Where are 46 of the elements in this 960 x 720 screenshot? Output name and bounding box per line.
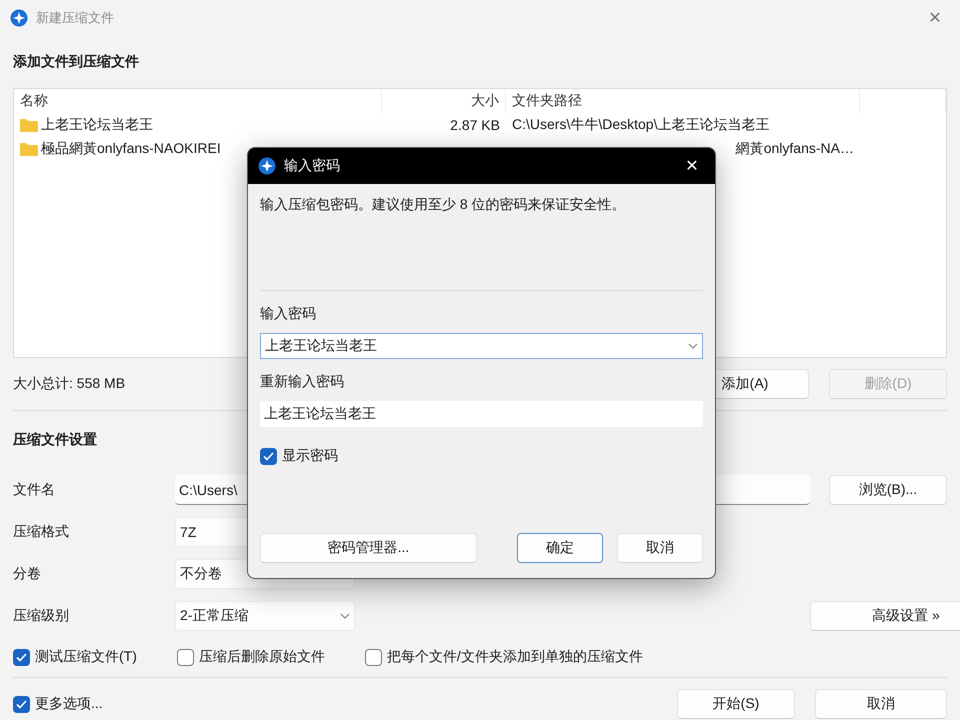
file-name[interactable]: 上老王论坛当老王: [41, 116, 153, 134]
dropdown[interactable]: 2-正常压缩: [175, 601, 355, 631]
dialog-description: 输入压缩包密码。建议使用至少 8 位的密码来保证安全性。: [260, 196, 627, 214]
column-header[interactable]: 大小: [382, 89, 506, 113]
close-button[interactable]: ✕: [920, 5, 950, 31]
app-icon: [10, 9, 28, 27]
column-header[interactable]: 名称: [14, 89, 382, 113]
check-icon: [16, 700, 27, 708]
field-label: 重新输入密码: [260, 373, 345, 391]
checkbox[interactable]: 压缩后删除原始文件: [176, 648, 325, 666]
field-label: 压缩级别: [13, 607, 70, 625]
checkbox[interactable]: 显示密码: [260, 447, 338, 465]
folder-path: 網黃onlyfans-NA…: [736, 140, 854, 158]
section-heading: 添加文件到压缩文件: [13, 52, 139, 71]
field-label: 压缩格式: [13, 523, 70, 541]
folder-icon: [20, 118, 38, 132]
checkbox[interactable]: 把每个文件/文件夹添加到单独的压缩文件: [364, 648, 643, 666]
check-icon: [16, 652, 27, 662]
ok-button[interactable]: 确定: [517, 533, 603, 563]
total-size: 大小总计: 558 MB: [13, 375, 126, 393]
advanced-settings-button[interactable]: 高级设置 »: [810, 601, 960, 631]
cancel-button[interactable]: 取消: [815, 689, 947, 719]
field-label: 输入密码: [260, 305, 317, 323]
section-heading: 压缩文件设置: [13, 430, 97, 449]
file-name[interactable]: 極品網黃onlyfans-NAOKIREI: [41, 140, 221, 158]
window-title: 新建压缩文件: [36, 9, 115, 27]
browse-button[interactable]: 浏览(B)...: [829, 475, 947, 505]
checkbox[interactable]: 测试压缩文件(T): [13, 648, 137, 666]
dialog-title: 输入密码: [284, 157, 341, 175]
file-size: 2.87 KB: [450, 117, 500, 133]
password-field[interactable]: 上老王论坛当老王: [260, 401, 703, 427]
chevron-down-icon: [340, 613, 350, 619]
field-label: 文件名: [13, 481, 56, 499]
app-icon: [258, 157, 276, 175]
start-button[interactable]: 开始(S): [677, 689, 795, 719]
check-icon: [263, 452, 274, 460]
password-manager-button[interactable]: 密码管理器...: [260, 533, 477, 563]
cancel-button[interactable]: 取消: [617, 533, 703, 563]
checkbox[interactable]: 更多选项...: [13, 695, 103, 713]
password-combobox[interactable]: 上老王论坛当老王: [260, 333, 703, 359]
field-label: 分卷: [13, 565, 42, 583]
folder-icon: [20, 142, 38, 156]
folder-path: C:\Users\牛牛\Desktop\上老王论坛当老王: [512, 116, 770, 134]
chevron-down-icon: [688, 343, 698, 349]
column-header[interactable]: 文件夹路径: [506, 89, 860, 113]
close-button[interactable]: ✕: [677, 153, 707, 179]
